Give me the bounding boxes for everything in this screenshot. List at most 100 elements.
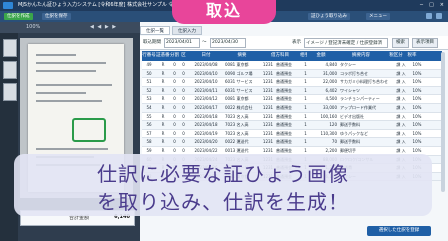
table-row[interactable]: 52 R 0 0 2023/04/11 6031 サービス 1231 普通預金 1 6,402 ワイ… [142, 86, 442, 96]
table-cell: 1 [304, 113, 307, 119]
receipt-stamp-icon [72, 118, 106, 142]
table-row[interactable]: 56 R 0 0 2023/04/18 7023 名入高 1231 普通預金 1 120 郵送手数料… [142, 121, 442, 130]
table-cell: 0022 運送代 [225, 139, 249, 145]
table-cell: R [161, 113, 165, 119]
column-header[interactable]: 行番号 [142, 51, 156, 61]
tab-journal-entry[interactable]: 仕訳入力 [172, 26, 202, 35]
table-cell: 1231 [262, 96, 274, 102]
table-cell: 0090 ゴルフ場 [225, 70, 253, 76]
column-header[interactable]: 摘要内容 [335, 51, 387, 61]
table-cell: 51 [146, 79, 152, 85]
table-cell: 10% [412, 96, 422, 102]
zoom-level[interactable]: 100% [26, 22, 40, 33]
table-cell: 4,840 [325, 62, 337, 67]
table-cell: 0 [173, 79, 176, 85]
table-cell: 0 [173, 62, 176, 67]
table-row[interactable]: 58 R 0 0 2023/04/20 0022 運送代 1231 普通預金 1 70 郵送手数料 課… [142, 138, 442, 147]
table-cell: 10% [412, 130, 422, 136]
column-header[interactable]: 税率 [405, 51, 419, 61]
table-cell: 1 [304, 70, 307, 76]
table-cell: 1231 [262, 87, 274, 93]
table-cell: 郵送手数料 [340, 139, 360, 145]
table-cell: 0 [182, 87, 185, 93]
table-cell: 課 入 [396, 70, 406, 76]
table-row[interactable]: 55 R 0 0 2023/04/18 7023 名入高 1231 普通預金 1 100,160 ビ… [142, 112, 442, 122]
table-row[interactable]: 50 R 0 0 2023/04/10 0090 ゴルフ場 1231 普通預金 1 31,000 コ… [142, 69, 442, 79]
column-header[interactable]: 借方科目 [260, 51, 300, 61]
table-cell: 7023 名入高 [225, 113, 249, 119]
date-from-field[interactable]: 2023/04/01 [164, 38, 200, 48]
settings-icon[interactable] [436, 13, 442, 19]
table-cell: 1231 [262, 62, 274, 67]
table-cell: 58 [146, 139, 152, 145]
table-cell: 0 [182, 62, 185, 67]
table-cell: 普通預金 [276, 139, 292, 145]
table-scrollbar[interactable] [441, 52, 445, 192]
save-journal-button[interactable]: 仕訳を保存 [42, 13, 71, 20]
table-cell: 0 [173, 104, 176, 110]
maximize-icon[interactable]: □ [429, 0, 434, 11]
page-nav-arrows[interactable]: ◀ ◀ ▶ ▶ [90, 22, 117, 33]
thumbnail-3[interactable] [3, 83, 17, 101]
table-cell: 1231 [262, 79, 274, 85]
table-cell: 0 [173, 70, 176, 76]
close-icon[interactable]: × [440, 0, 444, 11]
table-cell: 53 [146, 96, 152, 102]
table-row[interactable]: 54 R 0 0 2023/04/17 0022 株式会社 1231 普通預金 1 33,000 ア… [142, 103, 442, 113]
table-cell: 0 [173, 139, 176, 145]
table-cell: 普通預金 [276, 122, 292, 128]
table-cell: R [161, 139, 165, 145]
column-header[interactable]: 相手 [300, 51, 307, 61]
status-label: 表示 [292, 40, 301, 45]
minimize-icon[interactable]: ─ [420, 0, 423, 11]
column-header[interactable]: 分割 [170, 51, 179, 61]
create-journal-button[interactable]: 仕訳を作成 [4, 13, 33, 20]
table-cell: 1 [304, 122, 307, 128]
table-cell: 課 入 [396, 96, 406, 102]
table-cell: 1231 [262, 70, 274, 76]
filter-bar: 取込期間 2023/04/01 ～ 2023/04/30 表示 イメージ / 登… [140, 36, 448, 50]
column-header[interactable]: 日付 [188, 51, 224, 61]
table-row[interactable]: 51 R 0 0 2023/04/10 6031 サービス 1231 普通預金 1 22,000 サ… [142, 78, 442, 87]
display-items-button[interactable]: 表示項目 [412, 38, 438, 48]
menu-button[interactable]: メニュー [366, 13, 390, 20]
table-cell: 10% [412, 87, 422, 93]
toolbar-icons [426, 13, 442, 19]
table-cell: 普通預金 [276, 104, 292, 110]
caption-overlay: 仕訳に必要な証ひょう画像 を取り込み、仕訳を生成！ [14, 154, 432, 216]
table-cell: 0 [182, 104, 185, 110]
thumbnail-1[interactable] [3, 39, 17, 57]
tab-journal-list[interactable]: 仕訳一覧 [140, 26, 170, 35]
column-header[interactable]: 金額 [307, 51, 335, 61]
status-select[interactable]: イメージ / 登記済未確定 / 仕訳登録済 [304, 38, 388, 48]
register-selected-button[interactable]: 選択した仕訳を登録 [367, 226, 431, 236]
table-cell: 0 [173, 96, 176, 102]
table-cell: 課 入 [396, 122, 406, 128]
column-header[interactable]: 摘要 [224, 51, 260, 61]
table-cell: 普通預金 [276, 79, 292, 85]
search-button[interactable]: 検索 [392, 38, 409, 48]
table-cell: 0 [182, 96, 185, 102]
table-row[interactable]: 57 R 0 0 2023/04/19 7023 名入高 1231 普通預金 1 110,300 ゆ… [142, 129, 442, 139]
column-header[interactable]: 税区分 [387, 51, 405, 61]
table-cell: 課 入 [396, 79, 406, 85]
table-row[interactable]: 49 R 0 0 2023/04/08 0081 東京都 1231 普通預金 1 4,840 タクシ… [142, 61, 442, 70]
help-icon[interactable] [426, 13, 432, 19]
table-cell: 110,300 [320, 130, 337, 136]
table-cell: 0 [173, 87, 176, 93]
thumbnail-2[interactable] [3, 61, 17, 79]
date-separator: ～ [202, 40, 207, 45]
date-to-field[interactable]: 2023/04/30 [210, 38, 246, 48]
table-cell: 0 [182, 130, 185, 136]
table-row[interactable]: 53 R 0 0 2023/04/12 0081 東京都 1231 普通預金 1 4,500 ランチ… [142, 95, 442, 104]
table-cell: 10% [412, 113, 422, 119]
column-header[interactable]: 区 [179, 51, 188, 61]
app-logo-icon [3, 2, 13, 9]
column-header[interactable]: 証憑番号 [156, 51, 170, 61]
table-cell: タクシー [340, 62, 356, 67]
import-voucher-button[interactable]: 証ひょう取り込み [308, 13, 350, 20]
table-cell: 2023/04/10 [194, 79, 218, 85]
table-cell: 1 [304, 130, 307, 136]
table-cell: R [161, 104, 165, 110]
table-cell: コラボ打ち合せ [340, 70, 368, 76]
